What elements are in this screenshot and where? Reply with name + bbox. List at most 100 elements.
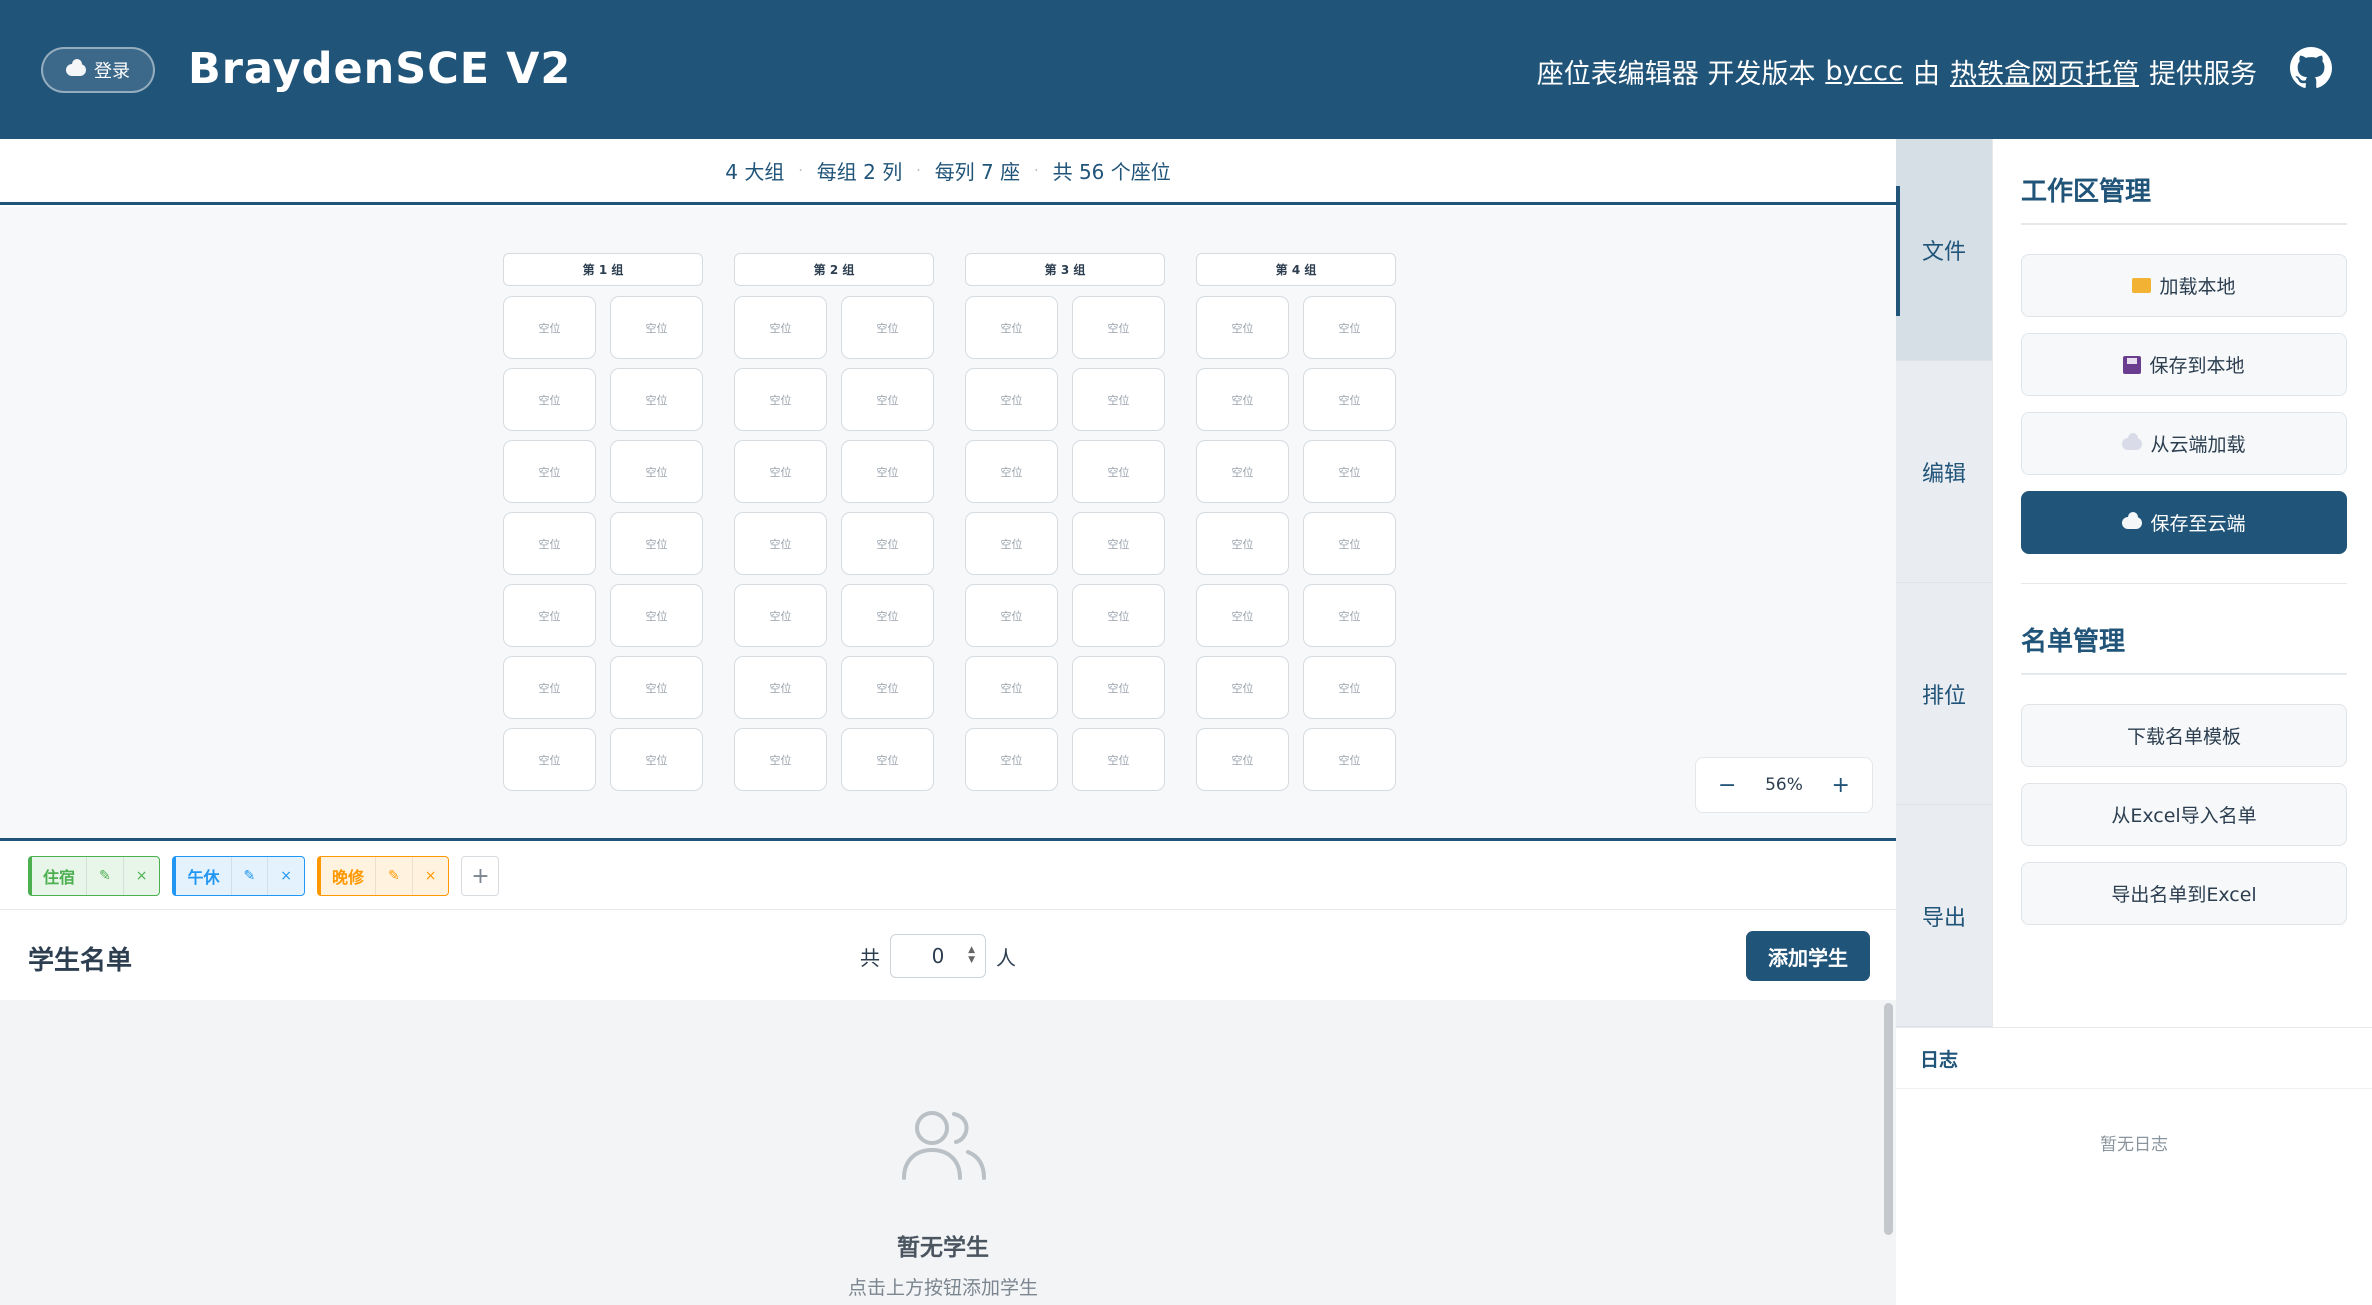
seat[interactable]: 空位 bbox=[1196, 656, 1289, 719]
seat[interactable]: 空位 bbox=[610, 368, 703, 431]
seat[interactable]: 空位 bbox=[841, 584, 934, 647]
seat[interactable]: 空位 bbox=[610, 656, 703, 719]
load-cloud-button[interactable]: 从云端加载 bbox=[2021, 412, 2347, 475]
seat[interactable]: 空位 bbox=[734, 656, 827, 719]
seat[interactable]: 空位 bbox=[610, 728, 703, 791]
seat[interactable]: 空位 bbox=[503, 512, 596, 575]
save-cloud-button[interactable]: 保存至云端 bbox=[2021, 491, 2347, 554]
student-list-body: 暂无学生 点击上方按钮添加学生 bbox=[0, 1000, 1896, 1305]
seat[interactable]: 空位 bbox=[610, 440, 703, 503]
seat[interactable]: 空位 bbox=[1196, 368, 1289, 431]
seat[interactable]: 空位 bbox=[1303, 440, 1396, 503]
tag-chip[interactable]: 晚修 ✎ × bbox=[316, 856, 450, 896]
seat[interactable]: 空位 bbox=[734, 512, 827, 575]
seat[interactable]: 空位 bbox=[965, 728, 1058, 791]
group-label[interactable]: 第 2 组 bbox=[734, 253, 934, 286]
group-label[interactable]: 第 4 组 bbox=[1196, 253, 1396, 286]
seat[interactable]: 空位 bbox=[965, 440, 1058, 503]
seat[interactable]: 空位 bbox=[610, 296, 703, 359]
seat[interactable]: 空位 bbox=[841, 656, 934, 719]
seat[interactable]: 空位 bbox=[1072, 440, 1165, 503]
seat[interactable]: 空位 bbox=[1303, 656, 1396, 719]
seat[interactable]: 空位 bbox=[965, 368, 1058, 431]
group-label[interactable]: 第 1 组 bbox=[503, 253, 703, 286]
floppy-disk-icon bbox=[2123, 355, 2142, 374]
github-icon[interactable] bbox=[2290, 47, 2332, 89]
host-link[interactable]: 热铁盒网页托管 bbox=[1950, 52, 2139, 91]
download-template-button[interactable]: 下载名单模板 bbox=[2021, 704, 2347, 767]
seat[interactable]: 空位 bbox=[1196, 296, 1289, 359]
seat[interactable]: 空位 bbox=[841, 728, 934, 791]
add-student-button[interactable]: 添加学生 bbox=[1746, 931, 1870, 981]
seat[interactable]: 空位 bbox=[1196, 584, 1289, 647]
seat[interactable]: 空位 bbox=[1303, 584, 1396, 647]
seat[interactable]: 空位 bbox=[1303, 512, 1396, 575]
author-link[interactable]: byccc bbox=[1825, 56, 1903, 87]
seating-canvas[interactable]: − 56% + 第 1 组空位 空位 空位 空位 空位 空位 空位 空位 空位 空位 空位 空位 空位空… bbox=[0, 207, 1896, 840]
seat[interactable]: 空位 bbox=[1303, 296, 1396, 359]
seat[interactable]: 空位 bbox=[503, 584, 596, 647]
side-tab[interactable]: 导出 bbox=[1896, 805, 1992, 1027]
seat[interactable]: 空位 bbox=[734, 296, 827, 359]
spinner-icon[interactable]: ▲ ▼ bbox=[968, 945, 975, 965]
seat[interactable]: 空位 bbox=[965, 584, 1058, 647]
seat[interactable]: 空位 bbox=[1072, 584, 1165, 647]
seat[interactable]: 空位 bbox=[1196, 728, 1289, 791]
side-tab[interactable]: 排位 bbox=[1896, 583, 1992, 805]
cloud-icon bbox=[66, 59, 86, 76]
import-excel-button[interactable]: 从Excel导入名单 bbox=[2021, 783, 2347, 846]
seat[interactable]: 空位 bbox=[1072, 512, 1165, 575]
seat[interactable]: 空位 bbox=[1303, 368, 1396, 431]
seat[interactable]: 空位 bbox=[610, 584, 703, 647]
seat[interactable]: 空位 bbox=[1072, 368, 1165, 431]
tag-chip[interactable]: 住宿 ✎ × bbox=[28, 856, 161, 896]
seat[interactable]: 空位 bbox=[734, 440, 827, 503]
seat[interactable]: 空位 bbox=[841, 512, 934, 575]
load-local-button[interactable]: 加载本地 bbox=[2021, 254, 2347, 317]
zoom-out-button[interactable]: − bbox=[1718, 773, 1736, 798]
load-cloud-label: 从云端加载 bbox=[2150, 434, 2246, 456]
close-icon[interactable]: × bbox=[122, 857, 160, 895]
seat[interactable]: 空位 bbox=[503, 368, 596, 431]
seat[interactable]: 空位 bbox=[965, 512, 1058, 575]
seat[interactable]: 空位 bbox=[965, 656, 1058, 719]
edit-icon[interactable]: ✎ bbox=[230, 857, 268, 895]
edit-icon[interactable]: ✎ bbox=[374, 857, 412, 895]
seat[interactable]: 空位 bbox=[503, 728, 596, 791]
seat[interactable]: 空位 bbox=[965, 296, 1058, 359]
seat[interactable]: 空位 bbox=[734, 728, 827, 791]
seat[interactable]: 空位 bbox=[1072, 656, 1165, 719]
add-tag-button[interactable]: + bbox=[461, 856, 500, 896]
seat[interactable]: 空位 bbox=[1072, 728, 1165, 791]
seat[interactable]: 空位 bbox=[841, 368, 934, 431]
seat-group: 第 2 组空位 空位 空位 空位 空位 空位 空位 空位 空位 空位 空位 空位 空位 空位 bbox=[734, 253, 934, 791]
seat[interactable]: 空位 bbox=[1196, 440, 1289, 503]
seat[interactable]: 空位 bbox=[841, 440, 934, 503]
seat[interactable]: 空位 bbox=[503, 296, 596, 359]
side-tab[interactable]: 文件 bbox=[1896, 139, 1992, 361]
seat[interactable]: 空位 bbox=[734, 368, 827, 431]
edit-icon[interactable]: ✎ bbox=[86, 857, 123, 895]
seat[interactable]: 空位 bbox=[1072, 296, 1165, 359]
cloud-icon bbox=[2122, 511, 2143, 529]
seat[interactable]: 空位 bbox=[610, 512, 703, 575]
close-icon[interactable]: × bbox=[411, 857, 449, 895]
log-empty: 暂无日志 bbox=[2100, 1135, 2168, 1155]
tag-chip[interactable]: 午休 ✎ × bbox=[172, 856, 305, 896]
seat[interactable]: 空位 bbox=[503, 656, 596, 719]
zoom-in-button[interactable]: + bbox=[1832, 773, 1850, 798]
scrollbar[interactable] bbox=[1884, 1003, 1893, 1235]
save-local-button[interactable]: 保存到本地 bbox=[2021, 333, 2347, 396]
group-label[interactable]: 第 3 组 bbox=[965, 253, 1165, 286]
login-button[interactable]: 登录 bbox=[41, 47, 155, 93]
side-tab[interactable]: 编辑 bbox=[1896, 361, 1992, 583]
seat[interactable]: 空位 bbox=[1196, 512, 1289, 575]
close-icon[interactable]: × bbox=[267, 857, 304, 895]
seat[interactable]: 空位 bbox=[841, 296, 934, 359]
seat[interactable]: 空位 bbox=[734, 584, 827, 647]
seat[interactable]: 空位 bbox=[503, 440, 596, 503]
export-excel-button[interactable]: 导出名单到Excel bbox=[2021, 862, 2347, 925]
app-header: 登录 BraydenSCE V2 座位表编辑器 开发版本 byccc 由 热铁盒… bbox=[0, 0, 2372, 139]
seat[interactable]: 空位 bbox=[1303, 728, 1396, 791]
student-count-input[interactable]: 0 ▲ ▼ bbox=[890, 934, 986, 978]
